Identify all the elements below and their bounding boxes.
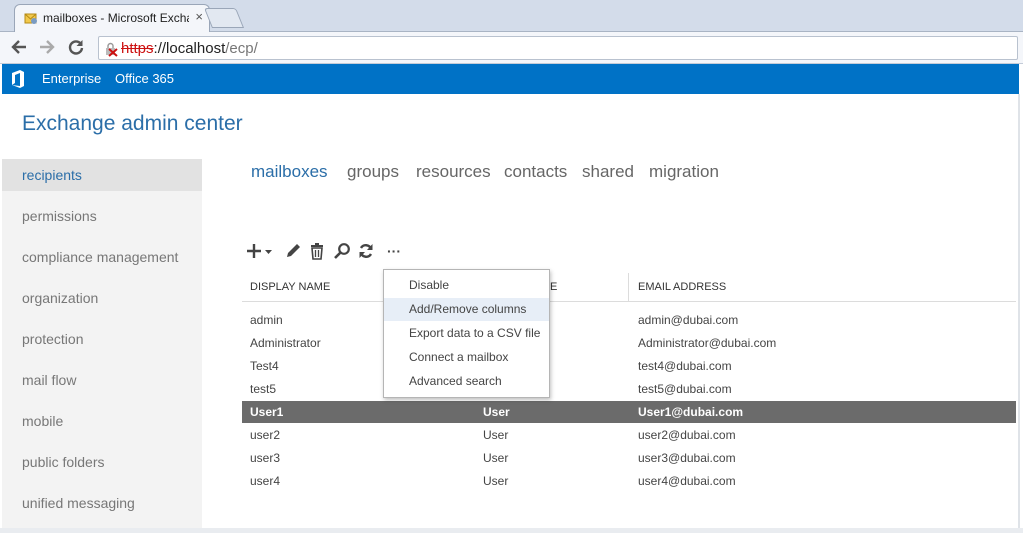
url-scheme: https (121, 40, 154, 57)
cell-email: admin@dubai.com (638, 313, 739, 327)
search-icon (334, 243, 350, 259)
refresh-icon (359, 244, 373, 258)
cell-email: test5@dubai.com (638, 382, 732, 396)
menu-item-disable[interactable]: Disable (384, 274, 549, 297)
url-text: https://localhost/ecp/ (121, 40, 258, 57)
table-row[interactable]: user2 User user2@dubai.com (242, 424, 1016, 446)
table-row[interactable]: test5 test5@dubai.com (242, 378, 1016, 400)
column-header-display-name[interactable]: DISPLAY NAME (250, 281, 330, 293)
leftnav-item-organization[interactable]: organization (2, 282, 202, 314)
tab-groups[interactable]: groups (347, 162, 399, 182)
leftnav-item-compliance-management[interactable]: compliance management (2, 241, 202, 273)
url-path: /ecp/ (225, 40, 258, 57)
cell-display-name: admin (250, 313, 283, 327)
leftnav-item-permissions[interactable]: permissions (2, 200, 202, 232)
cell-display-name: test5 (250, 382, 277, 396)
table-row[interactable]: user3 User user3@dubai.com (242, 447, 1016, 469)
back-icon[interactable] (8, 36, 30, 58)
column-header-email-address[interactable]: EMAIL ADDRESS (638, 281, 726, 293)
insecure-lock-icon (106, 42, 118, 57)
menu-item-advanced-search[interactable]: Advanced search (384, 370, 549, 393)
cell-email: test4@dubai.com (638, 359, 732, 373)
delete-button[interactable] (308, 240, 326, 262)
tab-close-icon[interactable]: × (195, 10, 203, 24)
cell-display-name: Administrator (250, 336, 321, 350)
url-host: ://localhost (153, 40, 226, 57)
leftnav-item-recipients[interactable]: recipients (2, 159, 202, 191)
office-logo-icon[interactable] (10, 70, 26, 88)
table-row-selected[interactable]: User1 User User1@dubai.com (242, 401, 1016, 423)
browser-tabstrip: mailboxes - Microsoft Exchange × (0, 0, 1023, 33)
left-navigation: recipients permissions compliance manage… (2, 159, 202, 533)
refresh-button[interactable] (357, 240, 375, 262)
tab-title: mailboxes - Microsoft Exchange (43, 11, 189, 25)
office-header-bar: Enterprise Office 365 (2, 64, 1019, 94)
tab-migration[interactable]: migration (649, 162, 719, 182)
leftnav-item-mail-flow[interactable]: mail flow (2, 364, 202, 396)
leftnav-item-unified-messaging[interactable]: unified messaging (2, 487, 202, 519)
reload-icon[interactable] (65, 36, 87, 58)
cell-recipient-type: User (483, 451, 509, 465)
leftnav-item-public-folders[interactable]: public folders (2, 446, 202, 478)
cell-email: User1@dubai.com (638, 405, 744, 419)
new-tab-button[interactable] (203, 8, 245, 28)
tab-contacts[interactable]: contacts (504, 162, 567, 182)
cell-email: Administrator@dubai.com (638, 336, 777, 350)
grid-header: DISPLAY NAME E EMAIL ADDRESS (242, 273, 1016, 302)
column-header-recipient-type[interactable]: E (550, 281, 557, 293)
cell-display-name: user2 (250, 428, 281, 442)
search-button[interactable] (333, 240, 351, 262)
cell-display-name: user4 (250, 474, 281, 488)
more-button[interactable]: ··· (384, 240, 404, 262)
cell-recipient-type: User (483, 474, 509, 488)
cell-email: user2@dubai.com (638, 428, 736, 442)
tab-shared[interactable]: shared (582, 162, 634, 182)
scrollbar-track[interactable] (1018, 94, 1020, 533)
table-row[interactable]: Administrator Administrator@dubai.com (242, 332, 1016, 354)
edit-button[interactable] (284, 240, 302, 262)
window-bottom-border (0, 528, 1023, 533)
exchange-favicon-icon (24, 13, 37, 24)
menu-item-connect-mailbox[interactable]: Connect a mailbox (384, 346, 549, 369)
browser-tab[interactable]: mailboxes - Microsoft Exchange × (14, 4, 210, 33)
cell-display-name: User1 (250, 405, 284, 419)
table-row[interactable]: user4 User user4@dubai.com (242, 470, 1016, 492)
table-row[interactable]: Test4 test4@dubai.com (242, 355, 1016, 377)
cell-email: user4@dubai.com (638, 474, 736, 488)
add-button[interactable] (246, 240, 274, 262)
cell-recipient-type: User (483, 428, 509, 442)
cell-email: user3@dubai.com (638, 451, 736, 465)
address-bar[interactable]: https://localhost/ecp/ (98, 36, 1018, 60)
leftnav-item-protection[interactable]: protection (2, 323, 202, 355)
menu-item-export-csv[interactable]: Export data to a CSV file (384, 322, 549, 345)
table-row[interactable]: admin admin@dubai.com (242, 309, 1016, 331)
more-actions-menu: Disable Add/Remove columns Export data t… (383, 269, 550, 398)
menu-item-add-remove-columns[interactable]: Add/Remove columns (384, 298, 549, 321)
cell-display-name: Test4 (250, 359, 279, 373)
column-divider (628, 273, 629, 302)
delete-icon (311, 243, 323, 260)
add-icon (247, 244, 272, 258)
office365-link[interactable]: Office 365 (115, 71, 174, 86)
enterprise-link[interactable]: Enterprise (42, 71, 101, 86)
leftnav-item-mobile[interactable]: mobile (2, 405, 202, 437)
tab-mailboxes[interactable]: mailboxes (251, 162, 328, 182)
cell-display-name: user3 (250, 451, 281, 465)
forward-icon[interactable] (36, 36, 58, 58)
browser-toolbar: https://localhost/ecp/ (0, 32, 1023, 64)
page-title: Exchange admin center (22, 112, 243, 135)
edit-icon (287, 244, 300, 257)
cell-recipient-type: User (483, 405, 510, 419)
tab-resources[interactable]: resources (416, 162, 491, 182)
